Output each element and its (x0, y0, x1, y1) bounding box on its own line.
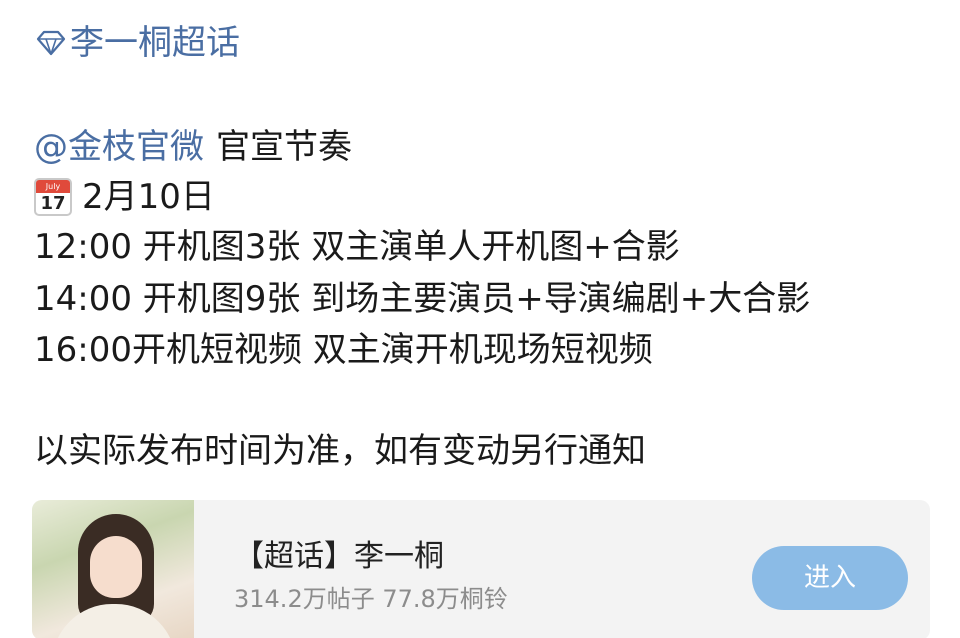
card-title: 【超话】李一桐 (234, 539, 444, 574)
card-body: 【超话】李一桐 314.2万帖子 77.8万桐铃 (194, 500, 508, 638)
weibo-post: 李一桐超话 @金枝官微 官宣节奏 July 17 2月10日 12:00 开机图3… (0, 0, 960, 638)
schedule-line: 16:00开机短视频 双主演开机现场短视频 (34, 330, 653, 370)
calendar-icon: July 17 (34, 178, 72, 216)
topic-tag-label: 李一桐超话 (70, 23, 240, 63)
date-text: 2月10日 (82, 177, 215, 217)
schedule-line: 14:00 开机图9张 到场主要演员+导演编剧+大合影 (34, 279, 811, 319)
super-topic-card[interactable]: 【超话】李一桐 314.2万帖子 77.8万桐铃 进入 (32, 500, 930, 638)
mention-text: 官宣节奏 (216, 127, 352, 167)
topic-tag-link[interactable]: 李一桐超话 (34, 22, 240, 64)
mention-link[interactable]: @金枝官微 (34, 127, 204, 167)
mention-line: @金枝官微 官宣节奏 (34, 126, 352, 168)
topic-avatar-image (32, 500, 194, 638)
card-stats: 314.2万帖子 77.8万桐铃 (234, 585, 508, 613)
schedule-line: 12:00 开机图3张 双主演单人开机图+合影 (34, 227, 680, 267)
diamond-icon (36, 30, 66, 56)
enter-button[interactable]: 进入 (752, 546, 908, 610)
date-line: July 17 2月10日 (34, 176, 215, 218)
notice-text: 以实际发布时间为准，如有变动另行通知 (34, 431, 646, 471)
